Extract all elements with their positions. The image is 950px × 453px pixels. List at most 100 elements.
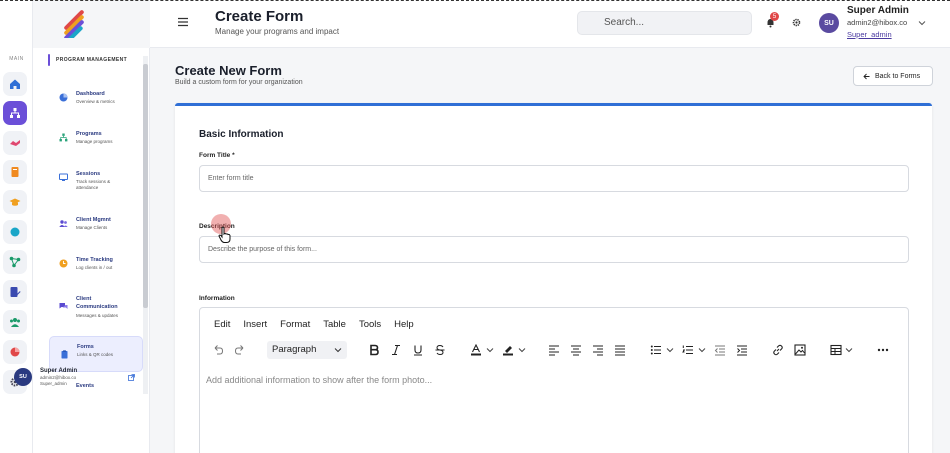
editor-placeholder[interactable]: Add additional information to show after… <box>206 375 432 385</box>
rail-target-button[interactable] <box>3 220 27 244</box>
chevron-down-icon[interactable] <box>918 19 926 27</box>
chevron-down-icon <box>845 348 853 353</box>
numbered-list-button[interactable] <box>682 342 694 358</box>
page-title: Create Form <box>215 8 304 25</box>
redo-button[interactable] <box>234 342 246 358</box>
app-logo <box>64 10 84 38</box>
hand-cursor-icon <box>218 226 231 243</box>
menu-format[interactable]: Format <box>280 319 310 330</box>
menu-icon[interactable] <box>177 16 189 28</box>
table-button[interactable] <box>830 342 842 358</box>
bold-icon <box>370 344 379 356</box>
form-title-input[interactable]: Enter form title <box>199 165 909 192</box>
align-center-button[interactable] <box>570 342 582 358</box>
block-format-select[interactable]: Paragraph <box>267 341 347 359</box>
sidebar-item-programs[interactable]: Programs Manage programs <box>49 124 143 160</box>
chevron-down-icon <box>666 348 674 353</box>
chevron-down-icon <box>334 348 342 353</box>
chevron-down-icon <box>486 348 494 353</box>
back-button-label: Back to Forms <box>875 72 921 80</box>
more-button[interactable] <box>877 342 889 358</box>
external-link-icon[interactable] <box>128 374 135 381</box>
rail-connect-button[interactable] <box>3 131 27 155</box>
outdent-icon <box>714 345 725 356</box>
link-button[interactable] <box>772 342 784 358</box>
rail-analytics-button[interactable] <box>3 340 27 364</box>
menu-tools[interactable]: Tools <box>359 319 381 330</box>
hierarchy-icon <box>10 108 20 118</box>
rail-network-button[interactable] <box>3 250 27 274</box>
sidebar-item-title: Forms <box>77 344 94 350</box>
bullet-list-button[interactable] <box>650 342 662 358</box>
highlight-dropdown[interactable] <box>516 342 528 358</box>
sidebar-scroll-thumb[interactable] <box>143 64 148 308</box>
menu-edit[interactable]: Edit <box>214 319 230 330</box>
link-icon <box>773 344 783 356</box>
undo-icon <box>214 345 224 355</box>
menu-help[interactable]: Help <box>394 319 414 330</box>
align-left-icon <box>549 345 559 356</box>
align-right-button[interactable] <box>592 342 604 358</box>
highlight-button[interactable] <box>502 342 514 358</box>
document-edit-icon <box>10 287 21 297</box>
gear-icon[interactable] <box>792 18 801 27</box>
header-user-role[interactable]: Super_admin <box>847 30 892 39</box>
home-icon <box>10 79 20 89</box>
rail-education-button[interactable] <box>3 190 27 214</box>
rail-programs-button[interactable] <box>3 101 27 125</box>
indent-icon <box>737 345 747 356</box>
text-color-button[interactable] <box>470 342 482 358</box>
align-left-button[interactable] <box>548 342 560 358</box>
rich-text-editor[interactable]: Edit Insert Format Table Tools Help Para… <box>199 307 909 453</box>
search-input[interactable]: Search... <box>577 11 752 35</box>
undo-button[interactable] <box>212 342 224 358</box>
strikethrough-icon <box>435 344 445 356</box>
image-button[interactable] <box>794 342 806 358</box>
description-input[interactable]: Describe the purpose of this form... <box>199 236 909 263</box>
section-accent-bar <box>48 54 50 66</box>
rail-reports-button[interactable] <box>3 280 27 304</box>
sidebar-item-client-mgmnt[interactable]: Client Mgmnt Manage Clients <box>49 210 143 246</box>
numbered-list-dropdown[interactable] <box>696 342 708 358</box>
more-horizontal-icon <box>877 348 889 352</box>
strikethrough-button[interactable] <box>434 342 446 358</box>
rail-team-button[interactable] <box>3 310 27 334</box>
bold-button[interactable] <box>368 342 380 358</box>
chevron-down-icon <box>518 348 526 353</box>
app-root: MAIN PROGRAM MANAGEMENT Dashboard Overvi… <box>0 0 950 453</box>
form-card: Basic Information Form Title * Enter for… <box>175 103 932 453</box>
outdent-button[interactable] <box>714 342 726 358</box>
sidebar-scrollbar[interactable] <box>143 56 148 394</box>
rail-library-button[interactable] <box>3 160 27 184</box>
sidebar-item-title: Events <box>76 383 95 389</box>
header-user-avatar[interactable]: SU <box>819 13 839 33</box>
sidebar-item-subtitle: Log clients in / out <box>76 265 113 270</box>
form-title-label: Form Title * <box>199 152 235 159</box>
rail-home-button[interactable] <box>3 72 27 96</box>
table-dropdown[interactable] <box>843 342 855 358</box>
programs-icon <box>59 133 68 142</box>
text-color-dropdown[interactable] <box>484 342 496 358</box>
sidebar-item-time-tracking[interactable]: Time Tracking Log clients in / out <box>49 250 143 286</box>
users-icon <box>59 220 68 227</box>
menu-insert[interactable]: Insert <box>243 319 267 330</box>
bullet-list-dropdown[interactable] <box>664 342 676 358</box>
sidebar-user-role: Super_admin <box>40 381 67 386</box>
arrow-left-icon <box>863 73 870 79</box>
sidebar-item-sessions[interactable]: Sessions Track sessions & attendance <box>49 164 143 200</box>
justify-button[interactable] <box>614 342 626 358</box>
italic-button[interactable] <box>390 342 402 358</box>
menu-table[interactable]: Table <box>323 319 346 330</box>
back-to-forms-button[interactable]: Back to Forms <box>853 66 933 86</box>
indent-button[interactable] <box>736 342 748 358</box>
sidebar-item-client-communication[interactable]: Client Communication Messages & updates <box>49 289 143 331</box>
network-icon <box>9 256 21 268</box>
underline-button[interactable] <box>412 342 424 358</box>
image-icon <box>794 344 806 356</box>
sidebar-item-title: Client Mgmnt <box>76 217 111 223</box>
sidebar-item-dashboard[interactable]: Dashboard Overview & metrics <box>49 84 143 120</box>
sidebar-item-forms[interactable]: Forms Links & QR codes <box>49 336 143 372</box>
underline-icon <box>414 345 422 356</box>
sidebar-user-card[interactable]: SU Super Admin admin2@hibox.co Super_adm… <box>14 368 77 386</box>
sidebar-item-title: Time Tracking <box>76 257 113 263</box>
